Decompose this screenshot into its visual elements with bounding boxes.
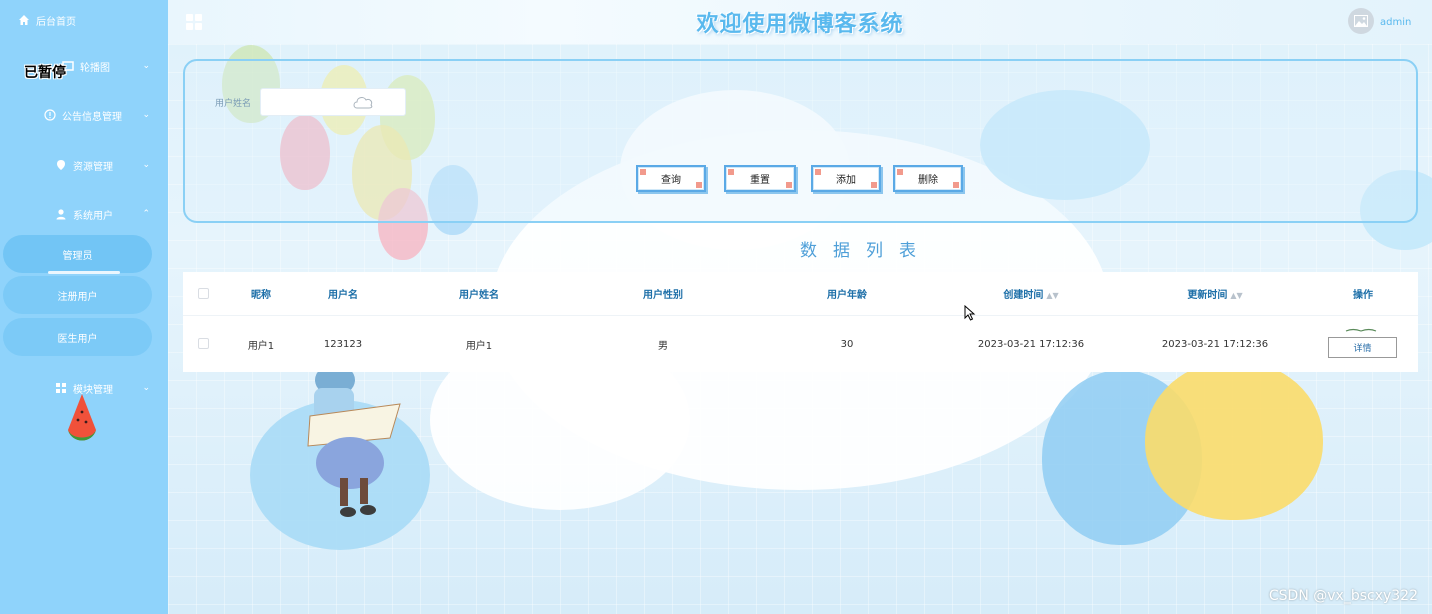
delete-button[interactable]: 删除 [893, 165, 963, 192]
row-checkbox[interactable] [198, 338, 209, 349]
chevron-down-icon: ⌄ [142, 160, 150, 170]
home-icon [19, 15, 29, 25]
sidebar-item-label: 系统用户 [73, 210, 113, 222]
cell-created-time: 2023-03-21 17:12:36 [977, 338, 1085, 350]
column-header: 用户姓名 [459, 290, 499, 301]
username-search-input[interactable] [260, 88, 406, 116]
list-title: 数据列表 [800, 241, 932, 261]
reset-button[interactable]: 重置 [724, 165, 796, 192]
sidebar-item-label: 资源管理 [73, 161, 113, 173]
column-header-sortable[interactable]: 创建时间 ▲▼ [991, 286, 1071, 301]
search-label: 用户姓名 [215, 99, 252, 109]
table-row: 用户1 123123 用户1 男 30 2023-03-21 17:12:36 … [183, 316, 1418, 372]
chevron-down-icon: ⌄ [142, 383, 150, 393]
divider [48, 271, 120, 274]
top-header: 欢迎使用微博客系统 [168, 0, 1432, 44]
sidebar-item-label: 轮播图 [80, 62, 110, 74]
select-all-checkbox[interactable] [198, 288, 209, 299]
data-table: 昵称 用户名 用户姓名 用户性别 用户年龄 创建时间 ▲▼ 更新时间 ▲▼ 操作 用… [183, 272, 1418, 372]
balloon-decoration [1145, 360, 1323, 520]
girl-reading-illustration [307, 368, 401, 517]
image-icon [1354, 15, 1368, 27]
sidebar-subitem-doctor-users[interactable]: 医生用户 [3, 318, 152, 356]
location-pin-icon [57, 160, 65, 170]
cloud-icon [353, 97, 373, 109]
paused-overlay: 已暂停 [24, 65, 66, 81]
sidebar-item-system-users[interactable]: 系统用户 ⌃ [0, 194, 168, 234]
cell-username: 123123 [323, 338, 363, 350]
column-header: 操作 [1353, 290, 1373, 301]
column-header-label: 更新时间 [1187, 290, 1228, 301]
mouse-cursor-icon [964, 305, 976, 321]
cell-nickname: 用户1 [247, 340, 275, 352]
column-header: 用户年龄 [827, 290, 867, 301]
detail-button[interactable]: 详情 [1328, 337, 1397, 358]
username-label[interactable]: admin [1380, 17, 1411, 28]
info-icon [44, 109, 56, 121]
cell-name: 用户1 [465, 340, 493, 352]
avatar[interactable] [1348, 8, 1374, 34]
sidebar-item-label: 后台首页 [36, 16, 76, 28]
chevron-down-icon: ⌄ [142, 110, 150, 120]
sort-icon[interactable]: ▲▼ [1230, 291, 1242, 300]
sidebar: 后台首页 轮播图 ⌄ 公告信息管理 ⌄ 资源管理 ⌄ 系统用户 ⌃ 管理员 注册… [0, 0, 168, 614]
add-button[interactable]: 添加 [811, 165, 881, 192]
table-header-row: 昵称 用户名 用户姓名 用户性别 用户年龄 创建时间 ▲▼ 更新时间 ▲▼ 操作 [183, 272, 1418, 316]
chevron-down-icon: ⌄ [142, 61, 150, 71]
column-header-label: 创建时间 [1003, 290, 1044, 301]
column-header-sortable[interactable]: 更新时间 ▲▼ [1175, 286, 1255, 301]
sidebar-item-resource[interactable]: 资源管理 ⌄ [0, 145, 168, 185]
sidebar-item-home[interactable]: 后台首页 [0, 0, 168, 40]
cell-gender: 男 [658, 340, 668, 352]
query-button[interactable]: 查询 [636, 165, 706, 192]
search-panel [183, 59, 1418, 223]
column-header: 昵称 [251, 290, 271, 301]
page-title: 欢迎使用微博客系统 [696, 12, 904, 37]
column-header: 用户性别 [643, 290, 683, 301]
grid-icon [186, 14, 193, 21]
leaf-decoration-icon [1345, 328, 1377, 332]
chevron-up-icon: ⌃ [142, 209, 150, 219]
watermark: CSDN @vx_bscxy322 [1268, 588, 1418, 604]
watermelon-icon [68, 394, 96, 441]
sidebar-subitem-registered-users[interactable]: 注册用户 [3, 276, 152, 314]
cell-age: 30 [840, 338, 854, 350]
user-icon [56, 209, 66, 220]
sidebar-item-label: 公告信息管理 [62, 111, 122, 123]
column-header: 用户名 [328, 290, 358, 301]
cell-updated-time: 2023-03-21 17:12:36 [1161, 338, 1269, 350]
menu-toggle-button[interactable] [186, 14, 202, 30]
sidebar-item-notice[interactable]: 公告信息管理 ⌄ [0, 95, 168, 135]
sort-icon[interactable]: ▲▼ [1046, 291, 1058, 300]
